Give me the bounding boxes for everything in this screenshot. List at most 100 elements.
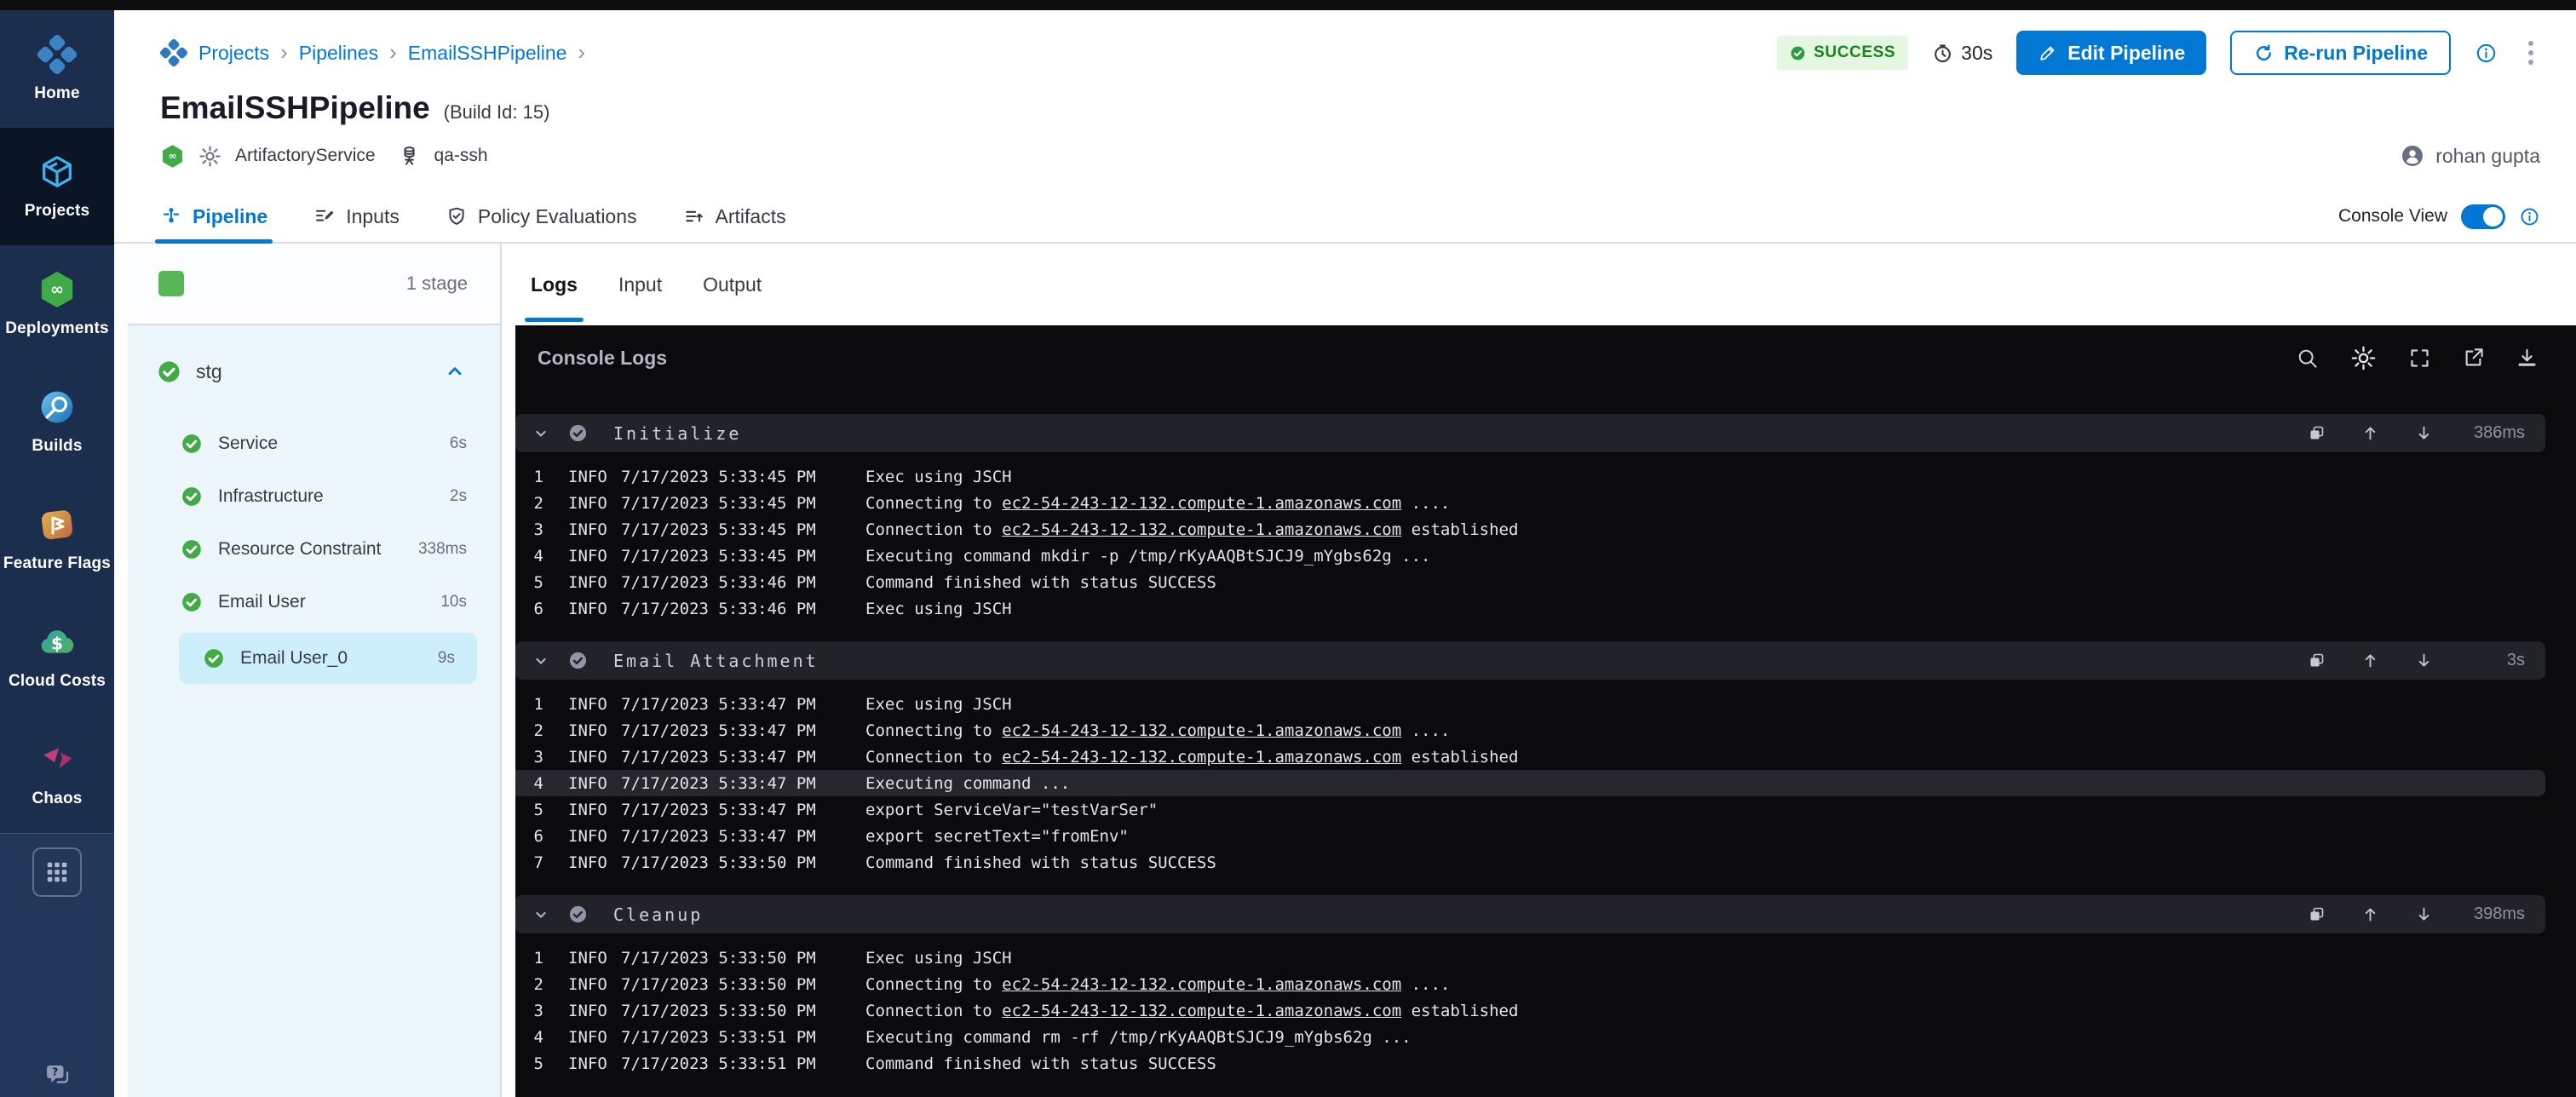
step-row[interactable]: Email User_0 9s [179, 633, 477, 684]
log-message: export secretText="fromEnv" [865, 827, 1129, 846]
console-view-info-icon[interactable] [2519, 206, 2540, 227]
step-row[interactable]: Email User 10s [128, 576, 500, 629]
scroll-down-icon[interactable] [2415, 424, 2433, 442]
log-line-number: 2 [515, 494, 543, 513]
section-title: Email Attachment [613, 651, 819, 671]
service-name[interactable]: ArtifactoryService [235, 146, 376, 166]
status-label: SUCCESS [1814, 43, 1895, 62]
main-area: Projects ›Pipelines ›EmailSSHPipeline › … [114, 10, 2576, 1097]
sidebar-item-builds[interactable]: Builds [0, 363, 114, 480]
log-level: INFO [568, 774, 621, 793]
download-icon[interactable] [2516, 347, 2539, 370]
log-level: INFO [568, 801, 621, 819]
step-label: Service [218, 434, 278, 454]
step-row[interactable]: Resource Constraint 338ms [128, 523, 500, 576]
tab-artifacts[interactable]: Artifacts [683, 191, 786, 242]
log-line: 2 INFO 7/17/2023 5:33:50 PM Connecting t… [515, 971, 2576, 997]
log-timestamp: 7/17/2023 5:33:45 PM [621, 468, 865, 486]
sidebar-item-cloud-costs[interactable]: $ Cloud Costs [0, 598, 114, 715]
breadcrumb-link[interactable]: Projects [198, 42, 269, 65]
sidebar-item-home[interactable]: Home [0, 10, 114, 128]
stage-row-stg[interactable]: stg [128, 346, 500, 397]
log-line-number: 6 [515, 600, 543, 618]
user-chip[interactable]: rohan gupta [2400, 143, 2540, 169]
harness-logo-icon [160, 39, 187, 66]
log-link[interactable]: ec2-54-243-12-132.compute-1.amazonaws.co… [1002, 975, 1401, 994]
step-row[interactable]: Service 6s [128, 417, 500, 470]
log-section-header[interactable]: Cleanup 398ms [515, 895, 2545, 933]
chevron-down-icon[interactable] [532, 652, 549, 669]
log-link[interactable]: ec2-54-243-12-132.compute-1.amazonaws.co… [1002, 1002, 1401, 1020]
log-link[interactable]: ec2-54-243-12-132.compute-1.amazonaws.co… [1002, 748, 1401, 767]
sidebar-item-chaos[interactable]: Chaos [0, 715, 114, 833]
log-tab-input[interactable]: Input [618, 244, 662, 325]
scroll-down-icon[interactable] [2415, 905, 2433, 923]
log-message: Command finished with status SUCCESS [865, 1054, 1216, 1073]
step-label: Infrastructure [218, 486, 324, 507]
sidebar-item-deployments[interactable]: ∞ Deployments [0, 245, 114, 363]
tab-inputs[interactable]: Inputs [313, 191, 400, 242]
log-tab-logs[interactable]: Logs [531, 244, 578, 325]
rerun-icon [2253, 43, 2274, 64]
page-header: Projects ›Pipelines ›EmailSSHPipeline › … [114, 10, 2576, 169]
svg-text:?: ? [52, 1066, 58, 1078]
log-level: INFO [568, 721, 621, 740]
scroll-up-icon[interactable] [2361, 905, 2379, 923]
more-options-button[interactable] [2521, 37, 2540, 68]
sidebar-item-projects[interactable]: Projects [0, 128, 114, 245]
chevron-up-icon[interactable] [444, 360, 466, 382]
log-tab-output[interactable]: Output [703, 244, 762, 325]
gear-icon[interactable] [2349, 344, 2378, 372]
fullscreen-icon[interactable] [2408, 347, 2431, 370]
policy-tab-icon [446, 205, 468, 227]
log-line-number: 3 [515, 1002, 543, 1020]
log-line: 3 INFO 7/17/2023 5:33:50 PM Connection t… [515, 997, 2576, 1024]
breadcrumb-link[interactable]: EmailSSHPipeline [408, 42, 567, 65]
log-message: Command finished with status SUCCESS [865, 573, 1216, 592]
scroll-down-icon[interactable] [2415, 652, 2433, 669]
log-section: Initialize 386ms 1 INFO 7/17/2023 5:33:4… [515, 414, 2576, 629]
tab-pipeline[interactable]: Pipeline [160, 191, 267, 242]
scroll-up-icon[interactable] [2361, 652, 2379, 669]
log-line-number: 3 [515, 748, 543, 767]
module-picker-button[interactable] [32, 847, 82, 897]
rerun-pipeline-button[interactable]: Re-run Pipeline [2230, 31, 2451, 75]
open-in-new-icon[interactable] [2462, 347, 2485, 370]
breadcrumb-separator-icon: › [280, 41, 288, 66]
top-black-bar [0, 0, 2576, 10]
log-section-header[interactable]: Email Attachment 3s [515, 641, 2545, 680]
infrastructure-icon [397, 144, 422, 169]
sidebar-item-feature-flags[interactable]: Feature Flags [0, 480, 114, 598]
copy-logs-icon[interactable] [2308, 652, 2326, 669]
tab-policy[interactable]: Policy Evaluations [446, 191, 637, 242]
log-message: Connection to ec2-54-243-12-132.compute-… [865, 520, 1518, 539]
svg-text:∞: ∞ [50, 279, 64, 299]
step-label: Email User_0 [240, 648, 348, 669]
edit-pipeline-button[interactable]: Edit Pipeline [2016, 31, 2206, 75]
infrastructure-name[interactable]: qa-ssh [434, 146, 488, 166]
log-timestamp: 7/17/2023 5:33:50 PM [621, 1002, 865, 1020]
builds-icon [37, 388, 77, 427]
chevron-down-icon[interactable] [532, 906, 549, 923]
chevron-down-icon[interactable] [532, 425, 549, 442]
search-icon[interactable] [2296, 347, 2319, 370]
help-button[interactable]: ? HELP [38, 1060, 76, 1097]
log-line: 5 INFO 7/17/2023 5:33:46 PM Command fini… [515, 569, 2576, 595]
chaos-icon [37, 740, 77, 779]
breadcrumb-link[interactable]: Pipelines [299, 42, 378, 65]
artifacts-tab-icon [683, 205, 705, 227]
console-view-toggle[interactable] [2461, 204, 2505, 229]
step-row[interactable]: Infrastructure 2s [128, 470, 500, 523]
log-link[interactable]: ec2-54-243-12-132.compute-1.amazonaws.co… [1002, 721, 1401, 740]
log-section-header[interactable]: Initialize 386ms [515, 414, 2545, 452]
scroll-up-icon[interactable] [2361, 424, 2379, 442]
log-timestamp: 7/17/2023 5:33:51 PM [621, 1028, 865, 1047]
copy-logs-icon[interactable] [2308, 424, 2326, 442]
log-link[interactable]: ec2-54-243-12-132.compute-1.amazonaws.co… [1002, 494, 1401, 513]
log-link[interactable]: ec2-54-243-12-132.compute-1.amazonaws.co… [1002, 520, 1401, 539]
log-line-number: 5 [515, 801, 543, 819]
log-line: 4 INFO 7/17/2023 5:33:45 PM Executing co… [515, 543, 2576, 569]
rerun-info-icon[interactable] [2475, 42, 2498, 65]
breadcrumb-separator-icon: › [389, 41, 397, 66]
copy-logs-icon[interactable] [2308, 905, 2326, 923]
